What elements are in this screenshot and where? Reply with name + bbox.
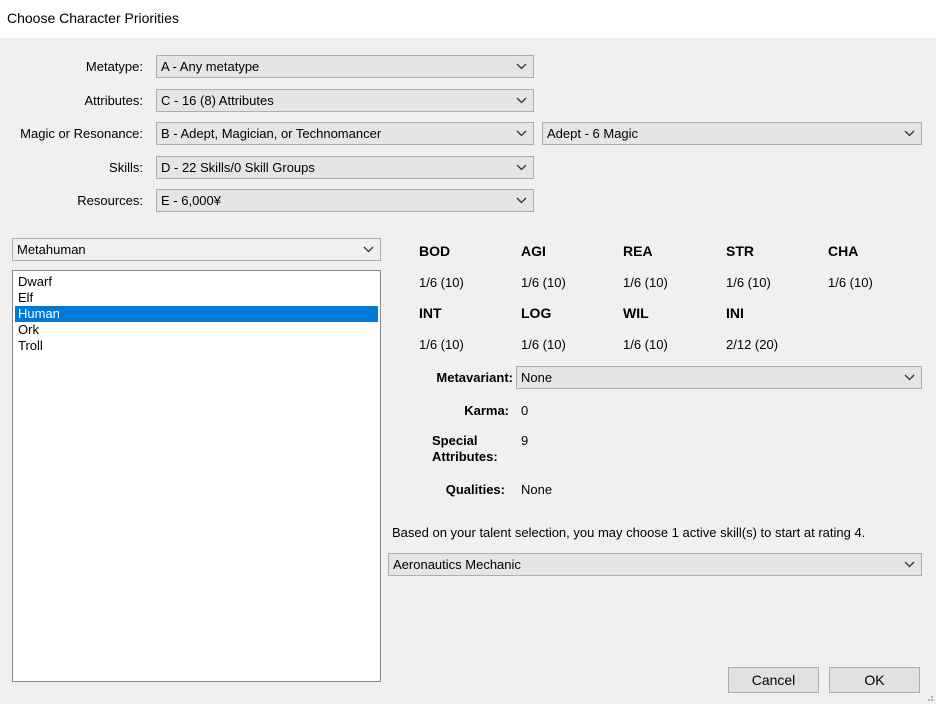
resources-label: Resources: — [77, 193, 143, 208]
metatype-priority-dropdown[interactable]: A - Any metatype — [156, 55, 534, 78]
attributes-priority-value: C - 16 (8) Attributes — [161, 93, 274, 108]
list-item-selected[interactable]: Human — [15, 306, 378, 322]
attr-cha-header: CHA — [828, 243, 859, 259]
qualities-value: None — [521, 482, 553, 497]
qualities-label: Qualities: — [445, 482, 505, 497]
karma-label: Karma: — [464, 403, 509, 418]
chevron-down-icon — [516, 97, 527, 104]
skill-notice-text: Based on your talent selection, you may … — [392, 525, 866, 540]
attr-str-header: STR — [726, 243, 754, 259]
skills-label: Skills: — [109, 160, 143, 175]
special-label-line1: Special — [432, 433, 478, 448]
metatype-label: Metatype: — [85, 59, 143, 74]
attr-agi-value: 1/6 (10) — [521, 275, 566, 290]
chevron-down-icon — [904, 130, 915, 137]
attributes-priority-dropdown[interactable]: C - 16 (8) Attributes — [156, 89, 534, 112]
attr-wil-header: WIL — [623, 305, 649, 321]
attr-log-value: 1/6 (10) — [521, 337, 566, 352]
resources-priority-dropdown[interactable]: E - 6,000¥ — [156, 189, 534, 212]
attr-rea-header: REA — [623, 243, 653, 259]
metatype-list[interactable]: Dwarf Elf Human Ork Troll — [12, 270, 381, 682]
karma-value: 0 — [521, 403, 529, 418]
attr-log-header: LOG — [521, 305, 552, 321]
talent-value: Adept - 6 Magic — [547, 126, 639, 141]
skills-priority-dropdown[interactable]: D - 22 Skills/0 Skill Groups — [156, 156, 534, 179]
chevron-down-icon — [516, 130, 527, 137]
attr-cha-value: 1/6 (10) — [828, 275, 873, 290]
resize-grip-icon[interactable] — [925, 693, 933, 701]
chevron-down-icon — [516, 197, 527, 204]
category-value: Metahuman — [17, 242, 86, 257]
chevron-down-icon — [904, 374, 915, 381]
attr-rea-value: 1/6 (10) — [623, 275, 668, 290]
attr-agi-header: AGI — [521, 243, 546, 259]
attributes-label: Attributes: — [84, 93, 143, 108]
attr-int-value: 1/6 (10) — [419, 337, 464, 352]
special-attributes-value: 9 — [521, 433, 529, 448]
chevron-down-icon — [904, 561, 915, 568]
magic-priority-value: B - Adept, Magician, or Technomancer — [161, 126, 382, 141]
special-label-line2: Attributes: — [432, 449, 498, 464]
talent-dropdown[interactable]: Adept - 6 Magic — [542, 122, 922, 145]
magic-label: Magic or Resonance: — [20, 126, 143, 141]
list-item[interactable]: Dwarf — [15, 274, 378, 290]
skill-choice-value: Aeronautics Mechanic — [393, 557, 521, 572]
window-title: Choose Character Priorities — [7, 10, 179, 26]
chevron-down-icon — [363, 246, 374, 253]
magic-priority-dropdown[interactable]: B - Adept, Magician, or Technomancer — [156, 122, 534, 145]
list-item[interactable]: Elf — [15, 290, 378, 306]
list-item[interactable]: Troll — [15, 338, 378, 354]
attr-ini-header: INI — [726, 305, 744, 321]
skill-choice-dropdown[interactable]: Aeronautics Mechanic — [388, 553, 922, 576]
resources-priority-value: E - 6,000¥ — [161, 193, 221, 208]
metavariant-value: None — [521, 370, 553, 385]
metatype-priority-value: A - Any metatype — [161, 59, 260, 74]
attr-str-value: 1/6 (10) — [726, 275, 771, 290]
metavariant-dropdown[interactable]: None — [516, 366, 922, 389]
special-attributes-label: Special Attributes: — [432, 433, 498, 465]
category-dropdown[interactable]: Metahuman — [12, 238, 381, 261]
chevron-down-icon — [516, 164, 527, 171]
attr-wil-value: 1/6 (10) — [623, 337, 668, 352]
attr-ini-value: 2/12 (20) — [726, 337, 779, 352]
list-item[interactable]: Ork — [15, 322, 378, 338]
skills-priority-value: D - 22 Skills/0 Skill Groups — [161, 160, 315, 175]
metavariant-label: Metavariant: — [436, 370, 513, 385]
title-bar: Choose Character Priorities — [0, 0, 936, 38]
attr-bod-value: 1/6 (10) — [419, 275, 464, 290]
attr-bod-header: BOD — [419, 243, 451, 259]
ok-button[interactable]: OK — [829, 667, 920, 693]
attr-int-header: INT — [419, 305, 442, 321]
cancel-button[interactable]: Cancel — [728, 667, 819, 693]
chevron-down-icon — [516, 63, 527, 70]
